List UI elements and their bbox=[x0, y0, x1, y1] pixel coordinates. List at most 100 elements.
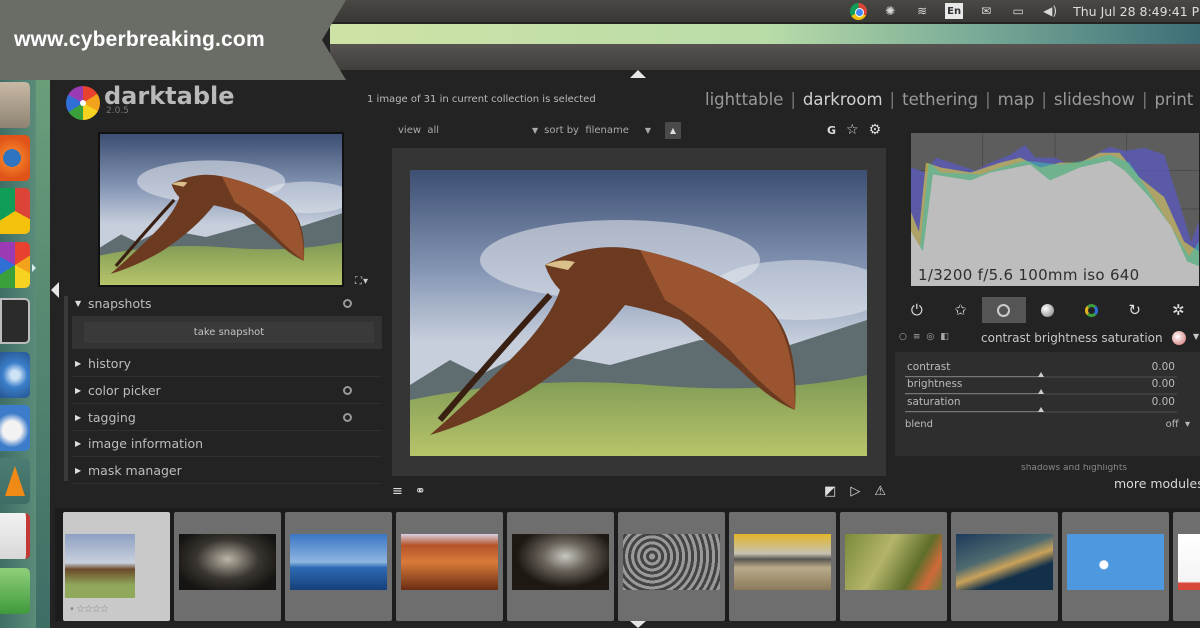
text-editor-launcher-icon[interactable] bbox=[0, 513, 30, 559]
vlc-launcher-icon[interactable] bbox=[0, 458, 30, 504]
volume-icon[interactable]: ◀) bbox=[1041, 3, 1059, 19]
collapse-bottom-panel-arrow[interactable] bbox=[630, 621, 646, 628]
view-print[interactable]: print bbox=[1155, 90, 1194, 109]
module-header[interactable]: ○ ≡ ◎ ◧ contrast brightness saturation ▼ bbox=[895, 330, 1200, 348]
presets-icon[interactable] bbox=[343, 413, 352, 422]
view-tethering[interactable]: tethering bbox=[902, 90, 978, 109]
basic-group-icon[interactable] bbox=[982, 297, 1026, 323]
favorites-icon[interactable]: ✩ bbox=[939, 297, 983, 323]
module-title: contrast brightness saturation bbox=[981, 331, 1163, 345]
wifi-icon[interactable]: ≋ bbox=[913, 3, 931, 19]
view-map[interactable]: map bbox=[998, 90, 1035, 109]
star-rating[interactable]: • ☆☆☆☆ bbox=[69, 604, 109, 615]
next-module-header[interactable]: shadows and highlights bbox=[895, 464, 1200, 474]
thumbnail-image bbox=[1178, 534, 1200, 590]
blend-dropdown[interactable]: blend off ▾ bbox=[905, 419, 1190, 430]
filmstrip-thumbnail[interactable] bbox=[174, 512, 281, 621]
gear-icon[interactable]: ⚙ bbox=[869, 122, 882, 138]
presets-icon[interactable] bbox=[343, 386, 352, 395]
correct-group-icon[interactable]: ↻ bbox=[1113, 297, 1157, 323]
effect-group-icon[interactable]: ✲ bbox=[1156, 297, 1200, 323]
keyboard-layout-icon[interactable]: En bbox=[945, 3, 964, 19]
filmstrip-thumbnail[interactable] bbox=[729, 512, 836, 621]
filmstrip-thumbnail[interactable]: • ☆☆☆☆ bbox=[63, 512, 170, 621]
module-snapshots[interactable]: ▼ snapshots bbox=[72, 291, 382, 317]
chrome-tray-icon[interactable] bbox=[849, 2, 867, 20]
spreadsheet-launcher-icon[interactable] bbox=[0, 568, 30, 614]
softproof-toggle-icon[interactable]: ▷ bbox=[850, 484, 860, 499]
module-mask-manager[interactable]: ▶ mask manager bbox=[72, 458, 382, 484]
navigation-zoom-dropdown[interactable]: ⛶▾ bbox=[355, 276, 369, 287]
view-filter[interactable]: view all bbox=[398, 125, 439, 136]
firefox-launcher-icon[interactable] bbox=[0, 135, 30, 181]
take-snapshot-button[interactable]: take snapshot bbox=[84, 322, 374, 343]
left-panel-scrollbar[interactable] bbox=[64, 296, 68, 481]
app-version: 2.0.5 bbox=[106, 106, 129, 116]
clock[interactable]: Thu Jul 28 8:49:41 PM bbox=[1073, 4, 1200, 19]
collapsed-arrow-icon: ▶ bbox=[75, 359, 82, 368]
star-icon[interactable]: ☆ bbox=[846, 122, 859, 138]
filmstrip-thumbnail[interactable] bbox=[396, 512, 503, 621]
tone-group-icon[interactable] bbox=[1026, 297, 1070, 323]
brightness-slider[interactable]: brightness 0.00 bbox=[905, 378, 1177, 396]
center-bottom-toolbar: ≡ ⚭ ◩ ▷ ⚠ bbox=[390, 484, 890, 502]
terminal-launcher-icon[interactable] bbox=[0, 298, 30, 344]
sort-dropdown[interactable]: ▼ sort by filename ▼ bbox=[532, 125, 657, 136]
saturation-slider[interactable]: saturation 0.00 bbox=[905, 396, 1177, 414]
module-history[interactable]: ▶ history bbox=[72, 351, 382, 377]
module-color-picker[interactable]: ▶ color picker bbox=[72, 378, 382, 404]
sync-icon[interactable]: ✺ bbox=[881, 3, 899, 19]
power-icon[interactable]: ⏻ bbox=[895, 297, 939, 323]
filmstrip-thumbnail[interactable] bbox=[1173, 512, 1200, 621]
chrome-launcher-icon[interactable] bbox=[0, 188, 30, 234]
filmstrip-thumbnail[interactable] bbox=[951, 512, 1058, 621]
thunderbird-launcher-icon[interactable] bbox=[0, 405, 30, 451]
sort-direction-toggle[interactable]: ▲ bbox=[665, 122, 681, 139]
chevron-down-icon: ▼ bbox=[644, 126, 651, 135]
grouping-icon[interactable]: G bbox=[827, 124, 836, 138]
watermark-banner: www.cyberbreaking.com bbox=[0, 0, 346, 80]
presets-icon[interactable] bbox=[343, 299, 352, 308]
module-image-information[interactable]: ▶ image information bbox=[72, 431, 382, 457]
module-enable-icon[interactable]: ○ bbox=[899, 332, 907, 342]
expanded-arrow-icon: ▼ bbox=[75, 299, 82, 308]
filmstrip-thumbnail[interactable] bbox=[1062, 512, 1169, 621]
filmstrip-thumbnail[interactable] bbox=[285, 512, 392, 621]
module-presets-icon[interactable] bbox=[1172, 331, 1186, 345]
thumbnail-image bbox=[845, 534, 942, 590]
view-lighttable[interactable]: lighttable bbox=[705, 90, 783, 109]
chevron-down-icon[interactable]: ▼ bbox=[1193, 332, 1199, 341]
reset-icon[interactable]: ◎ bbox=[926, 332, 934, 342]
quick-access-menu-icon[interactable]: ≡ bbox=[392, 484, 403, 499]
presets-menu-icon[interactable]: ◧ bbox=[940, 332, 949, 342]
thumbnail-image bbox=[65, 534, 135, 598]
contrast-slider[interactable]: contrast 0.00 bbox=[905, 361, 1177, 379]
color-group-icon[interactable] bbox=[1069, 297, 1113, 323]
window-title-bar bbox=[330, 24, 1200, 44]
main-image[interactable] bbox=[410, 170, 867, 456]
filmstrip-thumbnail[interactable] bbox=[507, 512, 614, 621]
multi-instance-icon[interactable]: ≡ bbox=[913, 332, 921, 342]
histogram[interactable] bbox=[910, 132, 1200, 287]
files-launcher-icon[interactable] bbox=[0, 82, 30, 128]
view-slideshow[interactable]: slideshow bbox=[1054, 90, 1135, 109]
filmstrip-thumbnail[interactable] bbox=[618, 512, 725, 621]
collapsed-arrow-icon: ▶ bbox=[75, 386, 82, 395]
app-launcher-icon[interactable] bbox=[0, 352, 30, 398]
module-tagging[interactable]: ▶ tagging bbox=[72, 405, 382, 431]
gamut-check-icon[interactable]: ⚠ bbox=[874, 484, 886, 499]
battery-icon[interactable]: ▭ bbox=[1009, 3, 1027, 19]
darktable-launcher-icon[interactable] bbox=[0, 242, 30, 288]
overexposed-toggle-icon[interactable]: ◩ bbox=[824, 484, 836, 499]
view-darkroom[interactable]: darkroom bbox=[803, 90, 883, 109]
filmstrip-thumbnail[interactable] bbox=[840, 512, 947, 621]
mail-icon[interactable]: ✉ bbox=[977, 3, 995, 19]
navigation-preview[interactable] bbox=[98, 132, 344, 287]
more-modules-button[interactable]: more modules bbox=[1114, 476, 1200, 491]
collapsed-arrow-icon: ▶ bbox=[75, 439, 82, 448]
collapse-top-panel-arrow[interactable] bbox=[630, 70, 646, 78]
collapse-left-panel-arrow[interactable] bbox=[51, 282, 59, 298]
darktable-logo-icon bbox=[66, 86, 100, 120]
styles-icon[interactable]: ⚭ bbox=[415, 484, 426, 499]
active-app-indicator bbox=[32, 264, 36, 272]
